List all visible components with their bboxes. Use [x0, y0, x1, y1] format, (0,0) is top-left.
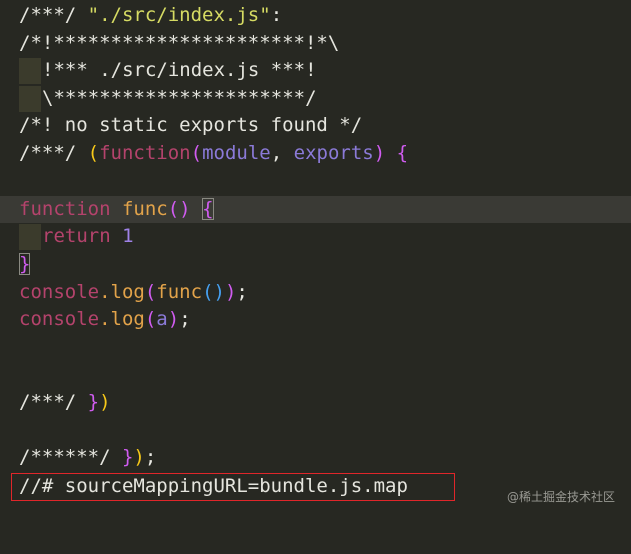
code-line-10: }	[0, 251, 631, 278]
variable-a: a	[156, 308, 168, 330]
comment-marker: /******/	[19, 446, 111, 468]
semicolon: ;	[144, 446, 157, 468]
open-brace: {	[396, 142, 409, 164]
comment-marker: /***/	[19, 142, 77, 164]
colon: :	[270, 4, 283, 26]
indent-guide	[19, 58, 41, 84]
return-keyword: return	[42, 225, 111, 247]
code-line-4: \**********************/	[0, 85, 631, 112]
console-object: console	[19, 281, 100, 303]
sourcemap-highlight-box	[11, 473, 455, 501]
inner-parens: ()	[202, 281, 225, 303]
comment-marker: /***/	[19, 4, 77, 26]
function-name: func	[121, 198, 168, 220]
parens: ()	[167, 198, 191, 220]
watermark-text: @稀土掘金技术社区	[506, 490, 615, 504]
comment-no-exports: /*! no static exports found */	[19, 114, 363, 136]
close-paren: )	[133, 446, 145, 468]
code-line-15: /***/ })	[0, 389, 631, 416]
param-module: module	[202, 142, 271, 164]
comment-marker: /***/	[19, 391, 77, 413]
function-keyword: function	[19, 198, 111, 220]
code-line-17: /******/ });	[0, 444, 631, 471]
semicolon: ;	[236, 281, 248, 303]
code-line-2: /*!**********************!*\	[0, 30, 631, 57]
code-line-12: console.log(a);	[0, 306, 631, 333]
func-call: func	[156, 281, 203, 303]
comment-banner-title: !*** ./src/index.js ***!	[42, 59, 317, 81]
code-line-9: return 1	[0, 223, 631, 250]
comment-banner-bottom: \**********************/	[42, 87, 317, 109]
param-paren-open: (	[190, 142, 203, 164]
close-paren: )	[99, 391, 111, 413]
open-paren: (	[87, 142, 100, 164]
semicolon: ;	[179, 308, 191, 330]
close-brace-matched: }	[19, 253, 31, 275]
param-paren-close: )	[373, 142, 386, 164]
number-literal: 1	[122, 225, 134, 247]
comment-banner-top: /*!**********************!*\	[19, 32, 340, 54]
code-line-5: /*! no static exports found */	[0, 112, 631, 139]
log-method: .log	[99, 308, 145, 330]
close-brace: }	[121, 446, 134, 468]
code-line-6: /***/ (function(module, exports) {	[0, 140, 631, 167]
code-line-8-current: function func() {	[0, 196, 631, 223]
module-path-string: "./src/index.js"	[87, 4, 271, 26]
indent-guide	[19, 86, 41, 112]
log-method: .log	[99, 281, 145, 303]
paren-close: )	[224, 281, 237, 303]
indent-guide	[19, 224, 41, 250]
paren-close: )	[167, 308, 180, 330]
paren-open: (	[144, 308, 157, 330]
paren-open: (	[144, 281, 157, 303]
code-line-1: /***/ "./src/index.js":	[0, 2, 631, 29]
param-exports: exports	[293, 142, 374, 164]
open-brace-matched: {	[202, 198, 214, 220]
code-line-3: !*** ./src/index.js ***!	[0, 57, 631, 84]
code-editor[interactable]: /***/ "./src/index.js": /*!*************…	[0, 0, 631, 519]
code-line-11: console.log(func());	[0, 279, 631, 306]
function-keyword: function	[99, 142, 191, 164]
close-brace: }	[87, 391, 100, 413]
console-object: console	[19, 308, 100, 330]
comma: ,	[270, 142, 283, 164]
